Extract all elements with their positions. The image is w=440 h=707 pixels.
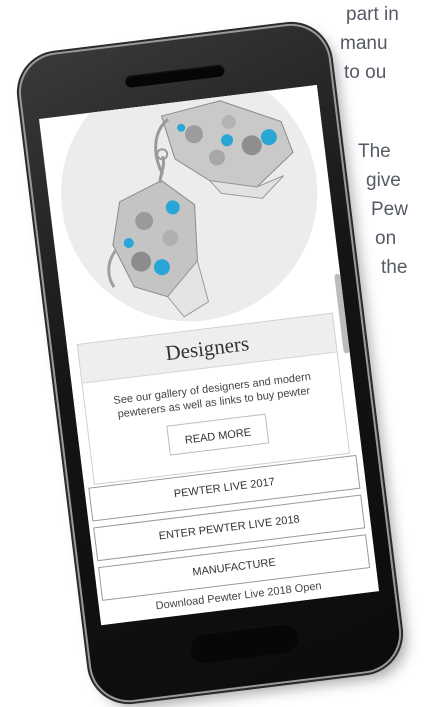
pewter-jewelry-image [46, 84, 332, 336]
background-text-line: on [375, 228, 397, 249]
read-more-button[interactable]: READ MORE [166, 413, 270, 456]
designers-card: Designers See our gallery of designers a… [76, 312, 351, 486]
phone-home-button [187, 621, 301, 665]
phone-screen: Designers See our gallery of designers a… [38, 84, 380, 626]
background-text-line: Pew [371, 199, 408, 220]
phone-speaker [124, 64, 226, 89]
card-title: Designers [164, 331, 251, 366]
background-text-line: to ou [344, 62, 387, 83]
background-text-line: the [381, 257, 408, 278]
background-text-line: give [366, 170, 401, 191]
background-text-line: part in [346, 4, 399, 25]
pewter-jewelry-illustration [46, 84, 332, 336]
background-text-line: manu [340, 33, 388, 54]
background-text-line: The [358, 141, 391, 162]
